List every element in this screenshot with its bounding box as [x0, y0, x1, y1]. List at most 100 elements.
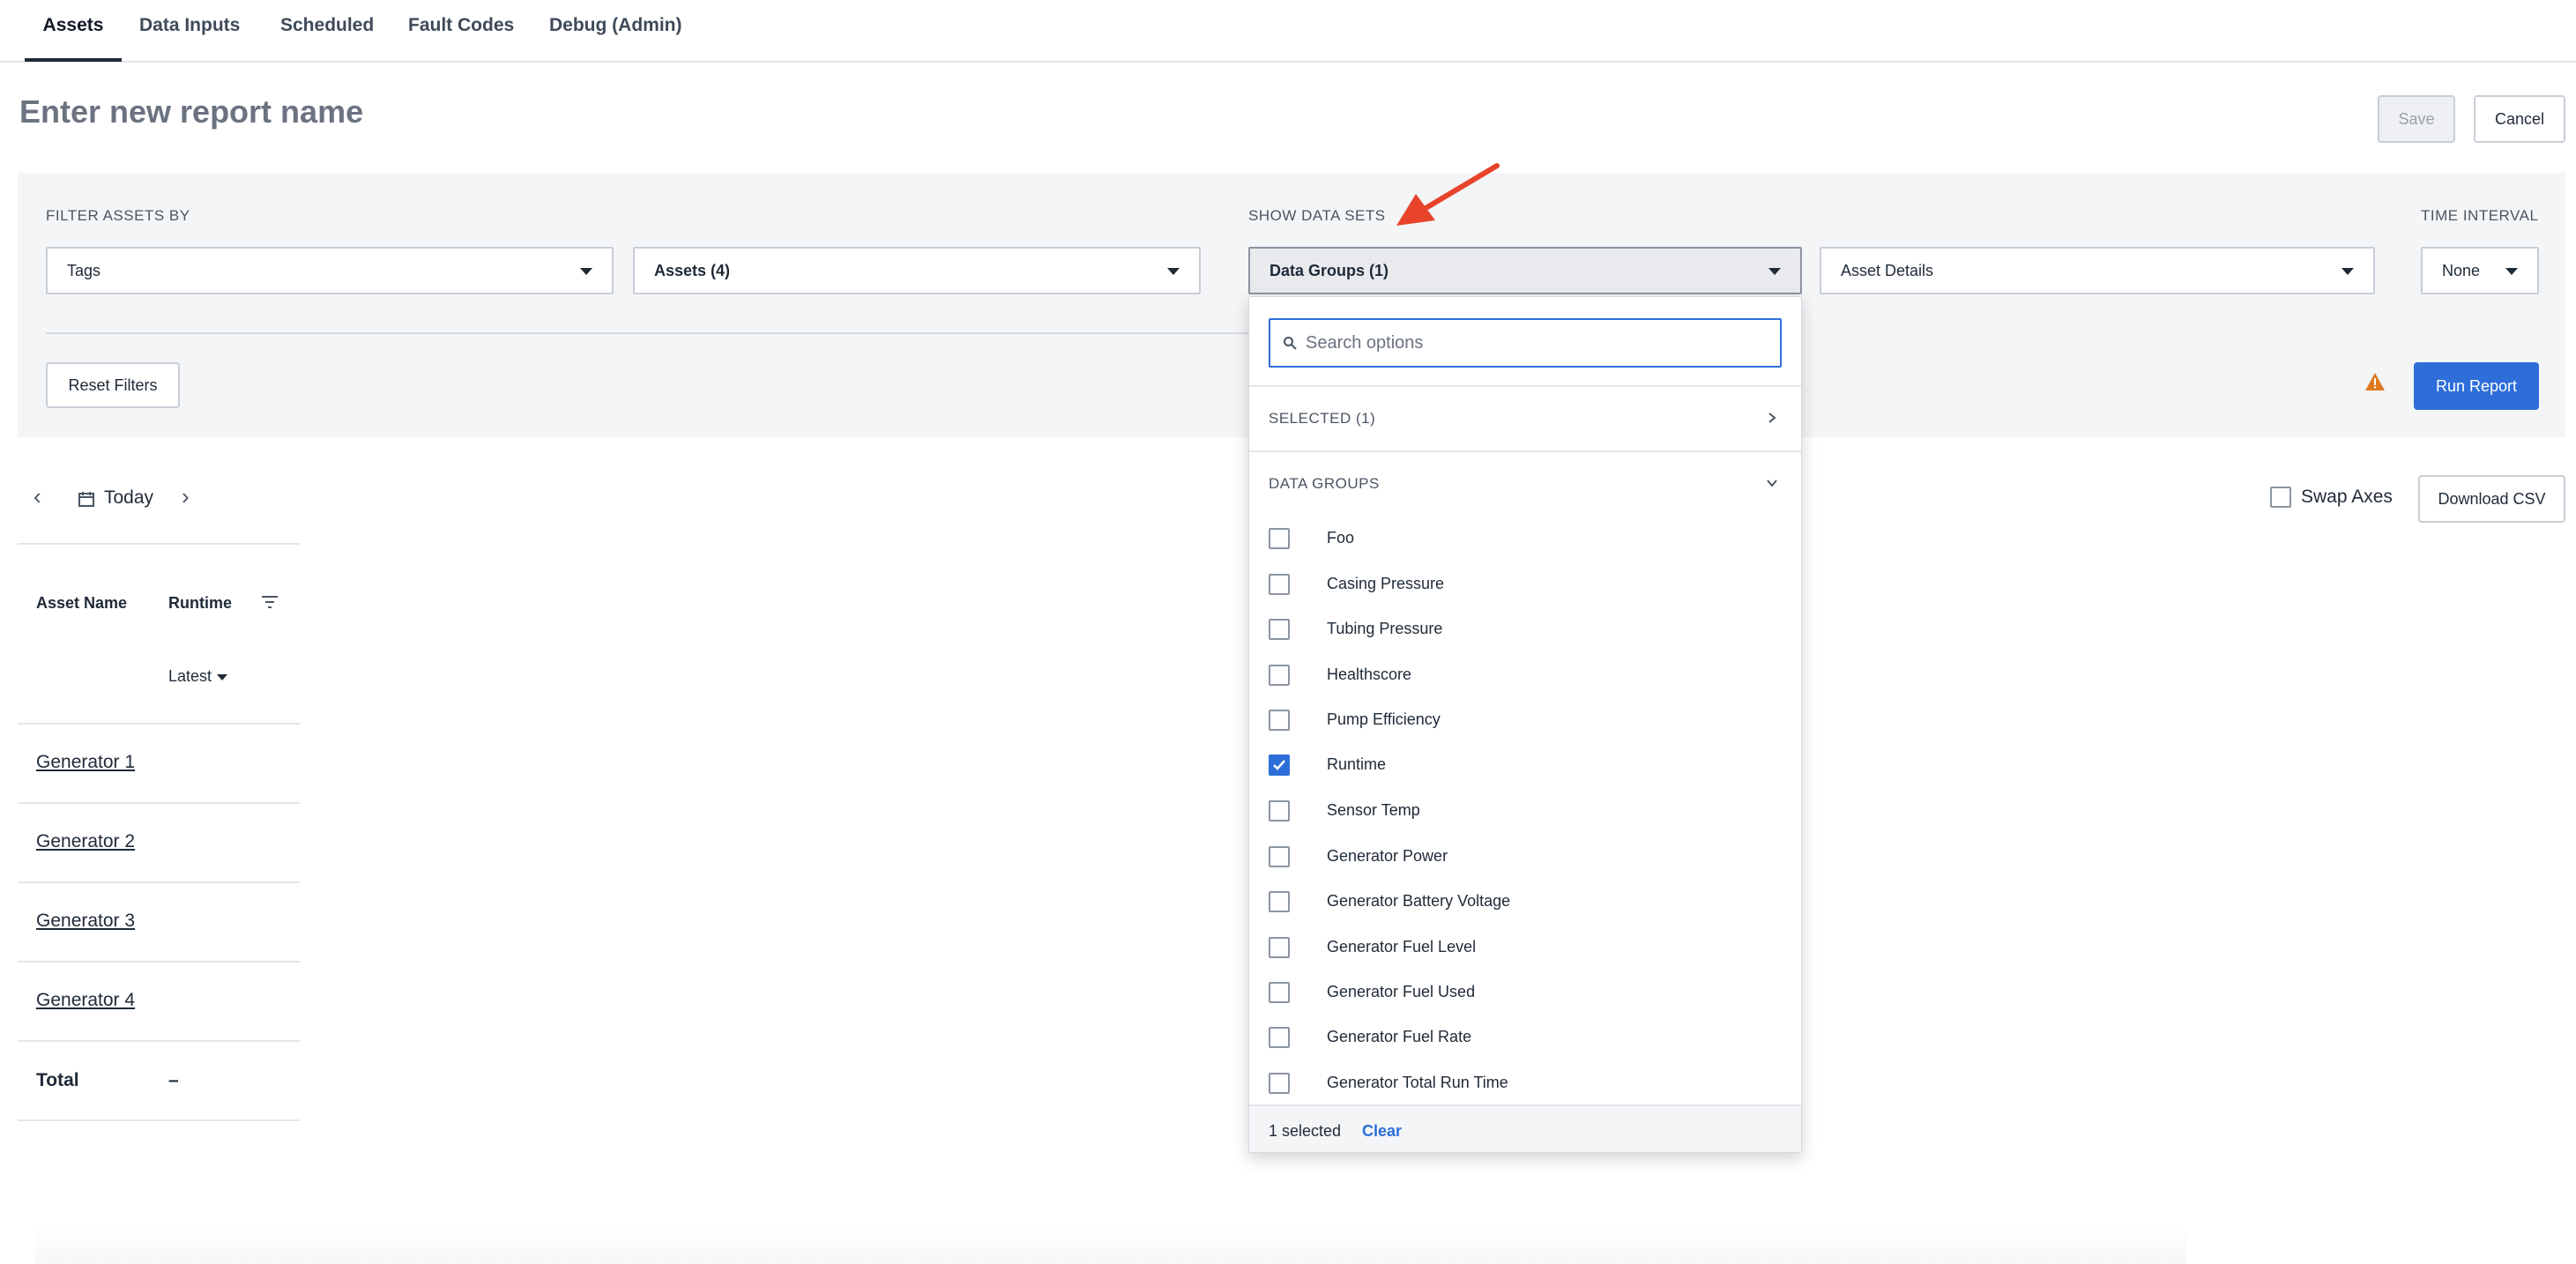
- data-groups-section-header[interactable]: DATA GROUPS: [1269, 475, 1380, 493]
- filter-assets-label: FILTER ASSETS BY: [46, 207, 190, 224]
- latest-label: Latest: [168, 667, 212, 685]
- assets-select[interactable]: Assets (4): [633, 247, 1201, 294]
- date-today-button[interactable]: Today: [104, 487, 153, 509]
- search-input[interactable]: [1306, 329, 1764, 357]
- table-row-divider: [18, 723, 300, 725]
- caret-down-icon: [580, 268, 592, 275]
- data-groups-select-value: Data Groups (1): [1269, 262, 1389, 279]
- option-item[interactable]: Generator Fuel Used: [1269, 975, 1780, 1010]
- dropdown-divider: [1249, 385, 1801, 387]
- prev-date-chevron-icon[interactable]: ‹: [34, 483, 41, 510]
- asset-details-select-value: Asset Details: [1841, 262, 1934, 279]
- option-checkbox-checked[interactable]: [1269, 755, 1290, 776]
- option-label: Generator Fuel Rate: [1327, 1028, 1472, 1045]
- filter-divider: [46, 332, 1250, 334]
- warning-icon: [2365, 373, 2385, 390]
- save-button[interactable]: Save: [2378, 95, 2455, 143]
- tab-scheduled[interactable]: Scheduled: [280, 0, 374, 62]
- option-label: Generator Fuel Level: [1327, 938, 1477, 955]
- search-icon: [1284, 337, 1297, 350]
- table-row-divider: [18, 802, 300, 804]
- tab-fault-codes[interactable]: Fault Codes: [408, 0, 514, 62]
- option-checkbox[interactable]: [1269, 1027, 1290, 1048]
- tab-data-inputs[interactable]: Data Inputs: [139, 0, 240, 62]
- next-date-chevron-icon[interactable]: ›: [182, 483, 190, 510]
- option-item[interactable]: Generator Total Run Time: [1269, 1066, 1780, 1101]
- option-item[interactable]: Healthscore: [1269, 658, 1780, 693]
- asset-link-generator-3[interactable]: Generator 3: [36, 911, 135, 932]
- dropdown-footer: 1 selected Clear: [1249, 1104, 1801, 1152]
- option-label: Foo: [1327, 529, 1355, 546]
- option-item[interactable]: Generator Power: [1269, 839, 1780, 874]
- asset-details-select[interactable]: Asset Details: [1820, 247, 2375, 294]
- time-interval-select-value: None: [2442, 262, 2481, 279]
- option-checkbox[interactable]: [1269, 528, 1290, 549]
- table-top-border: [18, 543, 300, 545]
- cancel-button[interactable]: Cancel: [2474, 95, 2565, 143]
- option-label: Sensor Temp: [1327, 801, 1420, 819]
- latest-aggregation-select[interactable]: Latest: [168, 667, 228, 686]
- option-checkbox[interactable]: [1269, 665, 1290, 686]
- option-item[interactable]: Generator Battery Voltage: [1269, 884, 1780, 919]
- option-checkbox[interactable]: [1269, 891, 1290, 912]
- option-checkbox[interactable]: [1269, 800, 1290, 822]
- caret-down-icon: [1768, 268, 1781, 275]
- option-item[interactable]: Tubing Pressure: [1269, 612, 1780, 647]
- total-value: –: [168, 1070, 179, 1090]
- swap-axes-checkbox[interactable]: [2270, 487, 2291, 508]
- total-label: Total: [36, 1070, 79, 1090]
- selected-section-header[interactable]: SELECTED (1): [1269, 410, 1375, 428]
- asset-link-generator-4[interactable]: Generator 4: [36, 990, 135, 1011]
- option-item[interactable]: Sensor Temp: [1269, 793, 1780, 829]
- option-item[interactable]: Pump Efficiency: [1269, 703, 1780, 738]
- swap-axes-label: Swap Axes: [2301, 487, 2393, 507]
- table-bottom-border: [18, 1119, 300, 1121]
- option-label: Healthscore: [1327, 665, 1412, 683]
- option-checkbox[interactable]: [1269, 846, 1290, 867]
- checkmark-icon: [1273, 760, 1285, 770]
- caret-down-icon: [217, 673, 228, 680]
- tags-select-value: Tags: [67, 262, 101, 279]
- option-label: Runtime: [1327, 755, 1387, 773]
- table-row-divider: [18, 961, 300, 963]
- clear-selection-button[interactable]: Clear: [1362, 1122, 1402, 1141]
- data-groups-select[interactable]: Data Groups (1): [1248, 247, 1802, 294]
- bottom-shade: [35, 1225, 2186, 1264]
- option-checkbox[interactable]: [1269, 937, 1290, 958]
- time-interval-label: TIME INTERVAL: [2421, 207, 2539, 224]
- option-label: Generator Power: [1327, 847, 1448, 865]
- option-item[interactable]: Generator Fuel Rate: [1269, 1020, 1780, 1055]
- option-item[interactable]: Casing Pressure: [1269, 567, 1780, 602]
- table-row-divider: [18, 1040, 300, 1042]
- reset-filters-button[interactable]: Reset Filters: [46, 362, 180, 408]
- chevron-right-icon[interactable]: [1766, 412, 1778, 424]
- tab-assets[interactable]: Assets: [25, 0, 122, 62]
- option-checkbox[interactable]: [1269, 574, 1290, 595]
- option-item[interactable]: Foo: [1269, 521, 1780, 556]
- download-csv-button[interactable]: Download CSV: [2418, 475, 2565, 523]
- tab-debug-admin[interactable]: Debug (Admin): [549, 0, 681, 62]
- data-groups-dropdown: SELECTED (1) DATA GROUPS Foo Casing Pres…: [1248, 296, 1802, 1153]
- chevron-down-icon[interactable]: [1766, 477, 1778, 489]
- option-label: Tubing Pressure: [1327, 620, 1443, 637]
- top-nav: Assets Data Inputs Scheduled Fault Codes…: [0, 0, 2576, 63]
- show-data-sets-label: SHOW DATA SETS: [1248, 207, 1386, 224]
- column-filter-icon[interactable]: [261, 595, 279, 609]
- option-label: Casing Pressure: [1327, 575, 1445, 592]
- option-checkbox[interactable]: [1269, 710, 1290, 731]
- option-item[interactable]: Runtime: [1269, 747, 1780, 783]
- option-checkbox[interactable]: [1269, 982, 1290, 1003]
- run-report-button[interactable]: Run Report: [2414, 362, 2539, 410]
- option-item[interactable]: Generator Fuel Level: [1269, 930, 1780, 965]
- caret-down-icon: [2341, 268, 2354, 275]
- report-name-input[interactable]: Enter new report name: [19, 93, 363, 130]
- search-box: [1269, 318, 1782, 368]
- time-interval-select[interactable]: None: [2421, 247, 2539, 294]
- option-checkbox[interactable]: [1269, 1073, 1290, 1094]
- tags-select[interactable]: Tags: [46, 247, 614, 294]
- column-header-asset-name: Asset Name: [36, 594, 128, 612]
- assets-select-value: Assets (4): [654, 262, 731, 279]
- option-checkbox[interactable]: [1269, 619, 1290, 640]
- asset-link-generator-2[interactable]: Generator 2: [36, 831, 135, 852]
- asset-link-generator-1[interactable]: Generator 1: [36, 752, 135, 773]
